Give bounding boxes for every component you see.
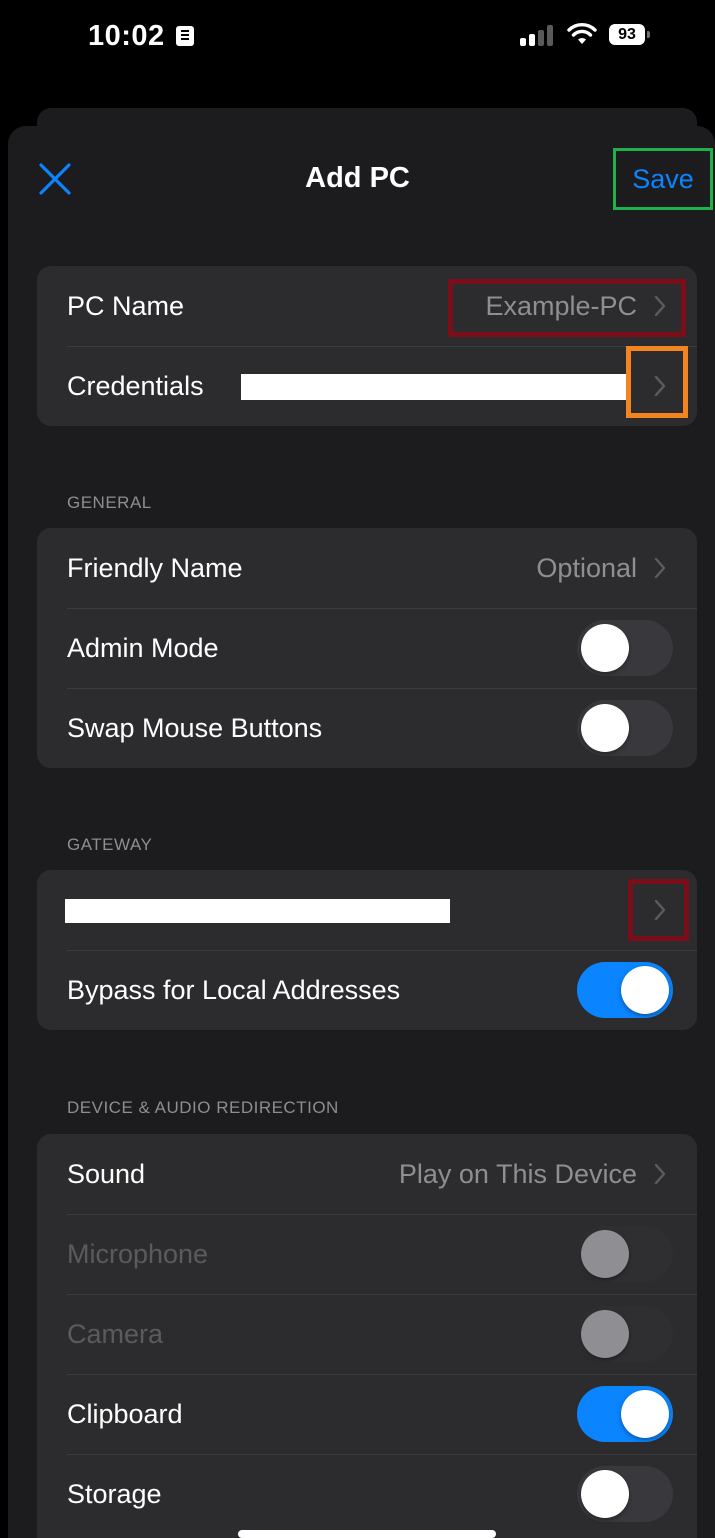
camera-toggle [577,1306,673,1362]
save-button[interactable]: Save [613,148,713,210]
battery-icon: 93 [609,24,650,45]
sound-row[interactable]: Sound Play on This Device [37,1134,697,1214]
redacted-credentials [241,374,627,400]
chevron-right-icon [654,1163,666,1185]
sound-label: Sound [67,1158,146,1189]
credentials-label: Credentials [67,370,204,401]
microphone-row: Microphone [37,1214,697,1294]
camera-label: Camera [67,1318,164,1349]
pc-name-label: PC Name [67,290,185,321]
swap-mouse-label: Swap Mouse Buttons [67,712,323,743]
status-time: 10:02 [88,20,165,52]
friendly-name-row[interactable]: Friendly Name Optional [37,528,697,608]
section-header-device-audio: DEVICE & AUDIO REDIRECTION [67,1098,339,1117]
camera-row: Camera [37,1294,697,1374]
device-audio-group: Sound Play on This Device Microphone Cam… [37,1134,697,1538]
storage-row: Storage [37,1454,697,1534]
contact-card-icon [176,26,194,46]
admin-mode-label: Admin Mode [67,632,219,663]
admin-mode-row: Admin Mode [37,608,697,688]
bypass-local-row: Bypass for Local Addresses [37,950,697,1030]
clipboard-toggle[interactable] [577,1386,673,1442]
bypass-local-label: Bypass for Local Addresses [67,974,401,1005]
section-header-general: GENERAL [67,493,152,512]
home-indicator[interactable] [238,1530,496,1538]
gateway-group: Bypass for Local Addresses [37,870,697,1030]
pc-name-highlight [448,279,686,337]
admin-mode-toggle[interactable] [577,620,673,676]
clipboard-row: Clipboard [37,1374,697,1454]
wifi-icon [567,23,597,44]
redacted-gateway [65,899,450,923]
gateway-chevron-highlight [628,879,689,941]
storage-label: Storage [67,1478,162,1509]
storage-toggle[interactable] [577,1466,673,1522]
swap-mouse-row: Swap Mouse Buttons [37,688,697,768]
friendly-name-label: Friendly Name [67,552,243,583]
sound-value: Play on This Device [398,1158,637,1189]
swap-mouse-toggle[interactable] [577,700,673,756]
credentials-chevron-highlight [626,346,688,418]
cellular-signal-icon [520,24,556,46]
page-title: Add PC [305,162,410,194]
microphone-toggle [577,1226,673,1282]
bypass-local-toggle[interactable] [577,962,673,1018]
section-header-gateway: GATEWAY [67,835,153,854]
microphone-label: Microphone [67,1238,209,1269]
status-bar: 10:02 93 [0,0,715,110]
chevron-right-icon [654,557,666,579]
clipboard-label: Clipboard [67,1398,183,1429]
friendly-name-value: Optional [536,552,637,583]
general-group: Friendly Name Optional Admin Mode Swap M… [37,528,697,768]
